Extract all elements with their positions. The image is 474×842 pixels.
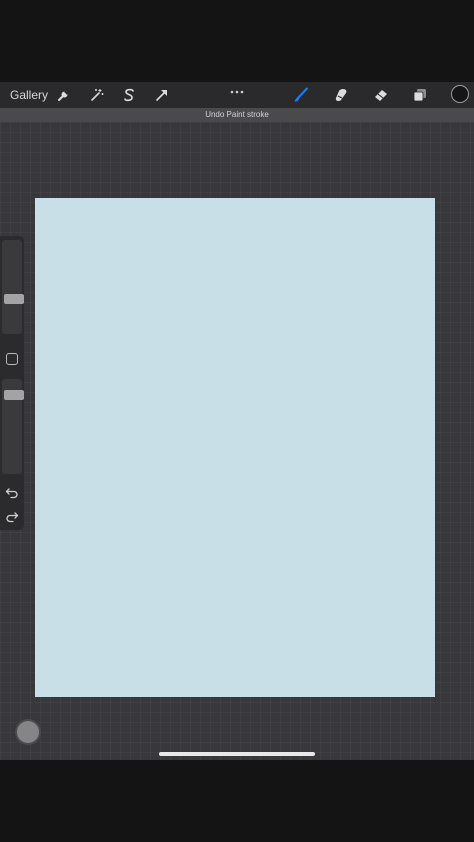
- eyedropper-button[interactable]: [17, 721, 39, 743]
- selection-s-icon[interactable]: [121, 87, 137, 103]
- magic-wand-icon[interactable]: [89, 87, 105, 103]
- left-sidebar: [0, 236, 24, 530]
- brush-size-thumb[interactable]: [4, 293, 24, 304]
- top-toolbar: Gallery: [0, 82, 474, 108]
- drawing-canvas[interactable]: [35, 198, 435, 697]
- gallery-button[interactable]: Gallery: [10, 87, 48, 103]
- undo-notification: Undo Paint stroke: [0, 108, 474, 122]
- layers-icon[interactable]: [412, 87, 428, 103]
- brush-size-slider[interactable]: [2, 240, 24, 334]
- brush-icon[interactable]: [293, 87, 309, 103]
- modify-button[interactable]: [6, 353, 18, 365]
- smudge-icon[interactable]: [333, 87, 349, 103]
- procreate-workspace: Gallery Undo Paint stroke: [0, 82, 474, 760]
- opacity-thumb[interactable]: [4, 389, 24, 400]
- opacity-slider[interactable]: [2, 379, 24, 474]
- undo-icon[interactable]: [5, 486, 19, 500]
- home-indicator: [159, 752, 315, 756]
- redo-icon[interactable]: [5, 510, 19, 524]
- wrench-icon[interactable]: [56, 87, 72, 103]
- color-picker-button[interactable]: [451, 85, 469, 103]
- more-options-icon[interactable]: [229, 83, 245, 94]
- transform-arrow-icon[interactable]: [154, 87, 170, 103]
- eraser-icon[interactable]: [373, 87, 389, 103]
